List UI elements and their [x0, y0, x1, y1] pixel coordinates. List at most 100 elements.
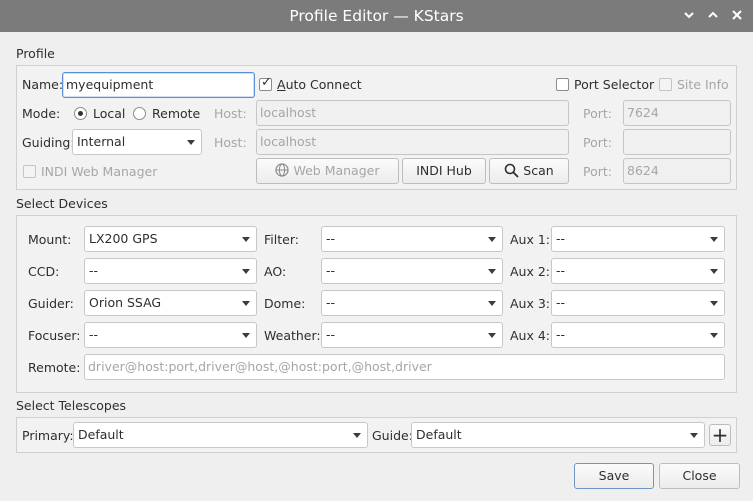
dome-select-value: --	[326, 295, 336, 310]
search-icon	[504, 162, 519, 186]
auto-connect-label: Auto Connect	[277, 77, 362, 92]
save-button[interactable]: Save	[574, 463, 654, 489]
aux1-select-value: --	[556, 231, 566, 246]
close-button[interactable]: Close	[659, 463, 740, 489]
mode-local-label: Local	[93, 106, 126, 121]
add-telescope-button[interactable]: +	[709, 424, 731, 446]
focuser-select-value: --	[89, 327, 99, 342]
aux4-select-value: --	[556, 327, 566, 342]
weather-label: Weather:	[264, 328, 321, 343]
remote-label: Remote:	[28, 360, 81, 375]
aux3-label: Aux 3:	[510, 296, 551, 311]
guide-telescope-label: Guide:	[372, 428, 413, 443]
web-port-input[interactable]: 8624	[623, 158, 731, 184]
filter-select-value: --	[326, 231, 336, 246]
title-bar[interactable]: Profile Editor — KStars	[0, 0, 753, 32]
profile-section-title: Profile	[16, 46, 55, 61]
guide-port-label: Port:	[583, 135, 612, 150]
guider-select-value: Orion SSAG	[89, 295, 162, 310]
primary-label: Primary:	[22, 428, 74, 443]
ccd-label: CCD:	[28, 264, 60, 279]
aux4-select[interactable]: --	[551, 322, 725, 348]
chevron-down-icon	[242, 301, 250, 306]
close-window-icon[interactable]	[728, 6, 746, 24]
aux2-label: Aux 2:	[510, 264, 551, 279]
chevron-down-icon	[242, 269, 250, 274]
chevron-down-icon	[353, 433, 361, 438]
focuser-label: Focuser:	[28, 328, 81, 343]
chevron-down-icon	[690, 433, 698, 438]
mode-label: Mode:	[22, 106, 61, 121]
weather-select-value: --	[326, 327, 336, 342]
devices-section-title: Select Devices	[16, 196, 108, 211]
aux3-select[interactable]: --	[551, 290, 725, 316]
host-input[interactable]: localhost	[256, 100, 569, 126]
mount-select[interactable]: LX200 GPS	[84, 226, 257, 252]
maximize-icon[interactable]	[704, 6, 722, 24]
site-info-checkbox[interactable]	[659, 78, 672, 91]
minimize-icon[interactable]	[680, 6, 698, 24]
port-input[interactable]: 7624	[623, 100, 731, 126]
chevron-down-icon	[488, 237, 496, 242]
guide-telescope-select[interactable]: Default	[411, 422, 705, 448]
guiding-label: Guiding:	[22, 135, 75, 150]
chevron-down-icon	[488, 301, 496, 306]
name-label: Name:	[22, 77, 64, 92]
plus-icon: +	[711, 423, 729, 447]
host-label: Host:	[214, 106, 247, 121]
scan-button[interactable]: Scan	[489, 158, 569, 184]
ao-select[interactable]: --	[321, 258, 503, 284]
chevron-down-icon	[710, 237, 718, 242]
scan-button-label: Scan	[523, 163, 554, 178]
chevron-down-icon	[242, 237, 250, 242]
port-selector-checkbox[interactable]	[556, 78, 569, 91]
aux3-select-value: --	[556, 295, 566, 310]
web-manager-button[interactable]: Web Manager	[256, 158, 399, 184]
port-selector-label: Port Selector	[574, 77, 655, 92]
auto-connect-label-text: uto Connect	[285, 77, 362, 92]
primary-telescope-select[interactable]: Default	[73, 422, 368, 448]
mode-remote-radio[interactable]	[133, 107, 146, 120]
chevron-down-icon	[187, 140, 195, 145]
filter-select[interactable]: --	[321, 226, 503, 252]
primary-telescope-value: Default	[78, 427, 124, 442]
aux4-label: Aux 4:	[510, 328, 551, 343]
indi-hub-button[interactable]: INDI Hub	[402, 158, 486, 184]
indi-web-manager-checkbox[interactable]	[23, 165, 36, 178]
aux2-select-value: --	[556, 263, 566, 278]
chevron-down-icon	[488, 269, 496, 274]
chevron-down-icon	[710, 301, 718, 306]
guide-host-label: Host:	[214, 135, 247, 150]
port-label: Port:	[583, 106, 612, 121]
aux1-label: Aux 1:	[510, 232, 551, 247]
ccd-select[interactable]: --	[84, 258, 257, 284]
mount-select-value: LX200 GPS	[89, 231, 158, 246]
dome-select[interactable]: --	[321, 290, 503, 316]
guider-label: Guider:	[28, 296, 74, 311]
chevron-down-icon	[488, 333, 496, 338]
site-info-label: Site Info	[677, 77, 729, 92]
weather-select[interactable]: --	[321, 322, 503, 348]
window-title: Profile Editor — KStars	[289, 7, 464, 25]
guide-telescope-value: Default	[416, 427, 462, 442]
mode-local-radio[interactable]	[74, 107, 87, 120]
filter-label: Filter:	[264, 232, 299, 247]
chevron-down-icon	[242, 333, 250, 338]
aux1-select[interactable]: --	[551, 226, 725, 252]
focuser-select[interactable]: --	[84, 322, 257, 348]
guider-select[interactable]: Orion SSAG	[84, 290, 257, 316]
profile-name-input[interactable]: myequipment	[62, 72, 255, 98]
indi-web-manager-label: INDI Web Manager	[41, 164, 158, 179]
chevron-down-icon	[710, 333, 718, 338]
guiding-select-value: Internal	[77, 134, 126, 149]
guide-host-input[interactable]: localhost	[256, 129, 569, 155]
ccd-select-value: --	[89, 263, 99, 278]
mode-remote-label: Remote	[152, 106, 201, 121]
guide-port-input[interactable]	[623, 129, 731, 155]
dome-label: Dome:	[264, 296, 306, 311]
guiding-select[interactable]: Internal	[72, 129, 202, 155]
auto-connect-checkbox[interactable]: ✓	[259, 75, 272, 91]
ao-select-value: --	[326, 263, 336, 278]
remote-drivers-input[interactable]: driver@host:port,driver@host,@host:port,…	[84, 354, 725, 380]
aux2-select[interactable]: --	[551, 258, 725, 284]
